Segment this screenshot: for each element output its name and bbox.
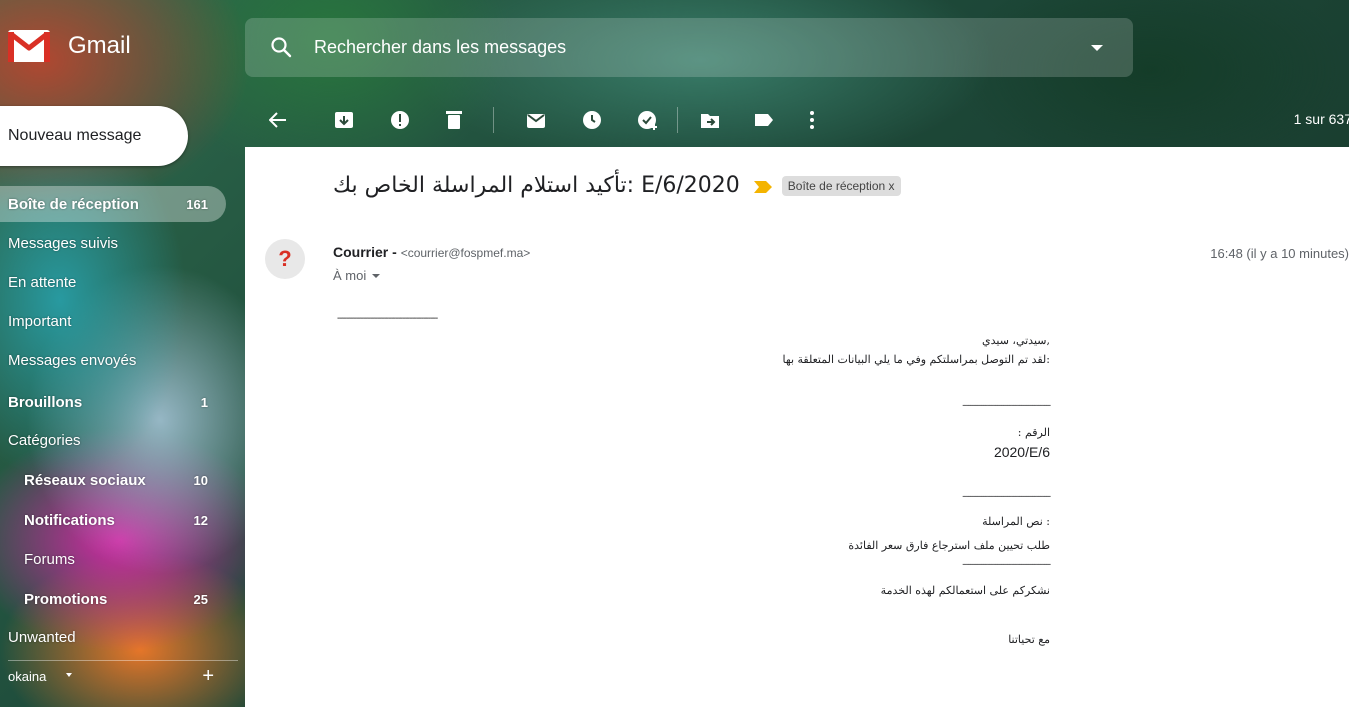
email-timestamp: 16:48 (il y a 10 minutes)	[1210, 246, 1349, 261]
unread-count: 1	[200, 394, 208, 410]
sidebar-item-label: Forums	[24, 550, 75, 568]
sender-line: Courrier - <courrier@fospmef.ma>	[333, 244, 530, 260]
sidebar-item-social[interactable]: Réseaux sociaux 10	[0, 462, 226, 498]
separator-line: ----------------------------------------…	[337, 313, 438, 324]
gmail-logo[interactable]: Gmail	[8, 28, 131, 64]
unread-count: 10	[193, 472, 208, 488]
sidebar-item-label: Catégories	[8, 431, 81, 449]
search-icon[interactable]	[270, 36, 292, 58]
sidebar: Nouveau message Boîte de réception 161 M…	[0, 92, 245, 707]
sidebar-item-snoozed[interactable]: En attente	[0, 264, 226, 300]
sidebar-item-promotions[interactable]: Promotions 25	[0, 581, 226, 617]
hangouts-account[interactable]: okaina +	[8, 660, 238, 687]
body-intro: لقد تم التوصل بمراسلتكم وفي ما يلي البيا…	[782, 353, 1050, 366]
sidebar-item-sent[interactable]: Messages envoyés	[0, 342, 226, 378]
pagination-count: 1 sur 637	[1293, 111, 1349, 127]
separator-line: ----------------------------------------…	[962, 560, 1051, 570]
toolbar-divider	[677, 107, 678, 133]
body-text-label: نص المراسلة :	[982, 515, 1050, 528]
body-text-value: طلب تحيين ملف استرجاع فارق سعر الفائدة	[848, 539, 1050, 552]
important-marker-icon[interactable]	[753, 180, 772, 193]
mark-unread-icon[interactable]	[523, 107, 549, 133]
move-to-icon[interactable]	[697, 107, 723, 133]
email-subject: تأكيد استلام المراسلة الخاص بك: E/6/2020	[333, 173, 740, 198]
sidebar-item-label: Promotions	[24, 590, 108, 608]
body-number-value: 2020/E/6	[993, 444, 1050, 460]
report-spam-icon[interactable]	[387, 107, 413, 133]
add-icon[interactable]: +	[202, 665, 214, 688]
message-toolbar: 1 sur 637	[245, 95, 1349, 145]
label-icon[interactable]	[751, 107, 777, 133]
add-to-tasks-icon[interactable]	[635, 107, 661, 133]
label-chip-inbox[interactable]: Boîte de réception x	[781, 175, 901, 196]
search-input[interactable]: Rechercher dans les messages	[314, 37, 566, 58]
chevron-down-icon[interactable]	[66, 673, 72, 677]
toolbar-divider	[493, 107, 494, 133]
sidebar-item-inbox[interactable]: Boîte de réception 161	[0, 186, 226, 222]
sidebar-item-unwanted[interactable]: Unwanted	[0, 619, 226, 655]
sidebar-item-drafts[interactable]: Brouillons 1	[0, 384, 226, 420]
sidebar-item-label: Réseaux sociaux	[24, 471, 146, 489]
delete-icon[interactable]	[441, 107, 467, 133]
sidebar-item-important[interactable]: Important	[0, 303, 226, 339]
separator-line: ----------------------------------------…	[962, 401, 1051, 411]
sidebar-item-notifications[interactable]: Notifications 12	[0, 502, 226, 538]
sidebar-item-label: Notifications	[24, 511, 115, 529]
search-options-icon[interactable]	[1091, 45, 1103, 51]
snooze-icon[interactable]	[579, 107, 605, 133]
sidebar-item-label: Boîte de réception	[8, 195, 139, 213]
unread-count: 12	[193, 512, 208, 528]
body-number-label: : الرقم	[1017, 426, 1050, 439]
chevron-down-icon[interactable]	[372, 273, 381, 278]
more-options-icon[interactable]	[799, 107, 825, 133]
search-bar[interactable]: Rechercher dans les messages	[245, 18, 1133, 77]
recipient-label: À moi	[333, 268, 367, 283]
avatar: ?	[265, 239, 305, 279]
sender-name: Courrier -	[333, 244, 397, 260]
account-name: okaina	[8, 669, 47, 684]
unread-count: 161	[186, 196, 208, 212]
archive-icon[interactable]	[331, 107, 357, 133]
email-subject-row: تأكيد استلام المراسلة الخاص بك: E/6/2020…	[333, 173, 901, 198]
sidebar-item-label: Messages envoyés	[8, 351, 137, 369]
back-arrow-icon[interactable]	[265, 107, 291, 133]
sidebar-item-label: Important	[8, 312, 72, 330]
gmail-m-icon	[8, 30, 50, 62]
sidebar-item-categories[interactable]: Catégories	[0, 422, 226, 458]
sidebar-item-forums[interactable]: Forums	[0, 541, 226, 577]
body-thanks: نشكركم على استعمالكم لهذه الخدمة	[880, 584, 1050, 597]
compose-button[interactable]: Nouveau message	[0, 106, 188, 166]
recipient-details[interactable]: À moi	[333, 268, 381, 283]
sidebar-item-label: En attente	[8, 273, 77, 291]
sender-email: <courrier@fospmef.ma>	[400, 246, 531, 260]
body-closing: مع تحياتنا	[1008, 633, 1050, 646]
gmail-logo-text: Gmail	[68, 32, 131, 59]
separator-line: ----------------------------------------…	[962, 492, 1051, 502]
top-bar: Gmail Rechercher dans les messages	[0, 0, 1349, 92]
unread-count: 25	[193, 591, 208, 607]
body-greeting: سيدتي، سيدي,	[981, 334, 1050, 347]
sidebar-item-label: Messages suivis	[8, 234, 119, 252]
sidebar-item-starred[interactable]: Messages suivis	[0, 225, 226, 261]
sidebar-item-label: Unwanted	[8, 628, 76, 646]
email-pane: تأكيد استلام المراسلة الخاص بك: E/6/2020…	[245, 147, 1349, 707]
sidebar-item-label: Brouillons	[8, 393, 83, 411]
